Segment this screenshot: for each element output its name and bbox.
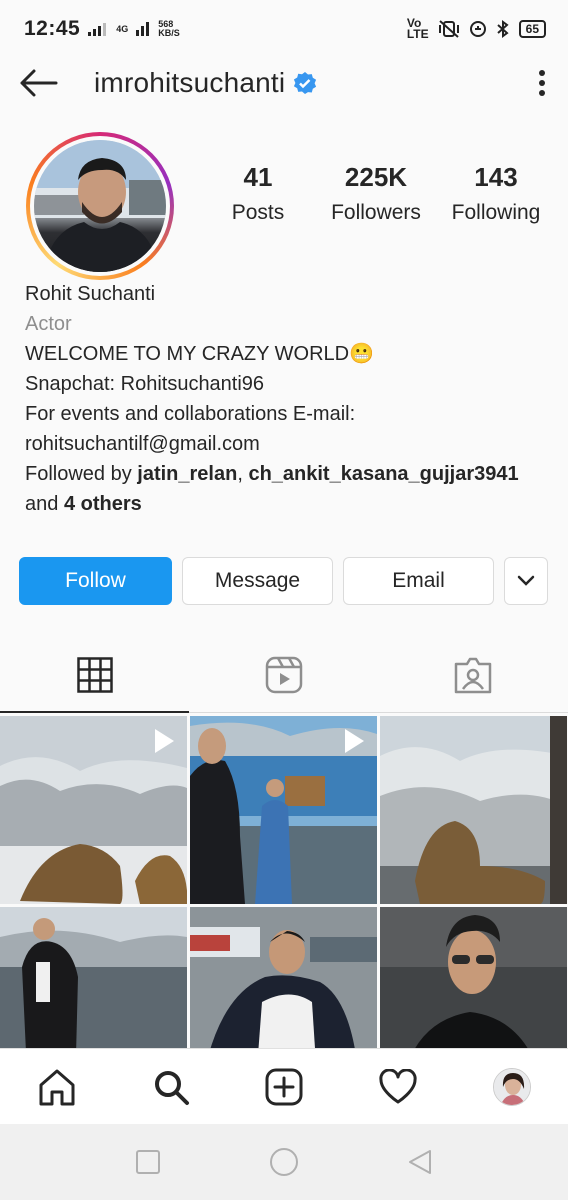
followed-by-others-count: 4 others	[63, 493, 142, 515]
tagged-icon	[455, 657, 492, 693]
status-bar: 12:45 4G 568 KB/S Vo LTE 65	[0, 0, 568, 58]
profile-tabs	[0, 637, 568, 713]
home-icon[interactable]	[37, 1067, 77, 1107]
post-thumbnail[interactable]	[190, 907, 377, 1056]
story-ring[interactable]	[26, 132, 174, 280]
back-arrow-icon[interactable]	[18, 68, 58, 98]
profile-category: Actor	[25, 313, 72, 335]
network-indicator: 4G	[116, 23, 129, 34]
alarm-icon	[469, 21, 486, 37]
post-thumbnail[interactable]	[190, 716, 377, 904]
email-button[interactable]: Email	[343, 557, 494, 605]
grid-icon	[76, 656, 113, 693]
profile-bio: Rohit Suchanti Actor WELCOME TO MY CRAZY…	[0, 273, 568, 519]
network-type: 4G	[116, 23, 129, 34]
stat-posts[interactable]: 41 Posts	[210, 162, 306, 273]
post-thumbnail[interactable]	[380, 907, 567, 1056]
stat-following-label: Following	[451, 201, 541, 224]
video-play-icon	[345, 729, 364, 753]
net-speed: 568 KB/S	[158, 20, 180, 38]
post-thumbnail[interactable]	[0, 907, 187, 1056]
profile-header: imrohitsuchanti	[0, 58, 568, 108]
back-triangle-icon[interactable]	[407, 1148, 433, 1176]
profile-stats: 41 Posts 225K Followers 143 Following	[210, 162, 546, 273]
tab-reels[interactable]	[189, 637, 378, 712]
followed-by-prefix: Followed by	[25, 463, 138, 485]
battery-indicator: 65	[518, 20, 546, 38]
system-navigation	[0, 1124, 568, 1200]
suggested-accounts-button[interactable]	[504, 557, 548, 605]
chevron-down-icon	[517, 575, 535, 586]
reels-icon	[265, 656, 303, 693]
stat-following[interactable]: 143 Following	[446, 162, 546, 273]
volte-indicator: Vo LTE	[406, 17, 429, 41]
stat-following-value: 143	[474, 162, 518, 192]
vibrate-icon	[438, 20, 459, 38]
bio-snapchat: Snapchat: Rohitsuchanti96	[25, 373, 265, 395]
search-icon[interactable]	[152, 1068, 190, 1106]
profile-avatar-tab[interactable]	[492, 1067, 531, 1106]
profile-thumbnail-icon	[493, 1068, 530, 1105]
follow-button[interactable]: Follow	[19, 557, 172, 605]
stat-followers[interactable]: 225K Followers	[306, 162, 446, 273]
profile-username: imrohitsuchanti	[94, 67, 286, 98]
bio-email[interactable]: rohitsuchantilf@gmail.com	[25, 429, 543, 459]
signal-2-icon	[136, 22, 150, 36]
verified-badge-icon	[294, 72, 317, 94]
bio-line: WELCOME TO MY CRAZY WORLD😬	[25, 339, 543, 369]
home-circle-icon[interactable]	[269, 1147, 299, 1177]
signal-icon	[88, 23, 107, 36]
stat-posts-label: Posts	[231, 201, 285, 224]
bluetooth-icon	[496, 20, 509, 38]
volte-bottom: LTE	[406, 27, 429, 41]
bottom-navigation	[0, 1048, 568, 1124]
post-grid	[0, 716, 568, 1056]
followed-by-others[interactable]: and 4 others	[25, 489, 543, 519]
net-speed-unit: KB/S	[158, 28, 180, 38]
stat-followers-label: Followers	[331, 201, 421, 224]
bio-line-text: WELCOME TO MY CRAZY WORLD	[25, 343, 350, 365]
post-thumbnail[interactable]	[380, 716, 567, 904]
profile-summary: 41 Posts 225K Followers 143 Following	[0, 108, 568, 280]
recents-square-icon[interactable]	[135, 1149, 161, 1175]
followed-by-user: jatin_relan	[137, 463, 238, 485]
heart-icon[interactable]	[378, 1068, 418, 1105]
followed-by-separator: ,	[237, 463, 249, 485]
followed-by[interactable]: Followed by jatin_relan, ch_ankit_kasana…	[25, 459, 543, 489]
post-thumbnail[interactable]	[0, 716, 187, 904]
tab-grid[interactable]	[0, 637, 190, 713]
bio-contact-label: For events and collaborations E-mail:	[25, 403, 356, 425]
stat-posts-value: 41	[243, 162, 273, 192]
more-options-icon[interactable]	[538, 68, 546, 98]
status-time: 12:45	[24, 17, 81, 40]
profile-name: Rohit Suchanti	[25, 283, 156, 305]
profile-actions: Follow Message Email	[0, 557, 568, 605]
grimace-emoji: 😬	[349, 343, 375, 365]
followed-by-user: ch_ankit_kasana_gujjar3941	[248, 463, 519, 485]
add-post-icon[interactable]	[265, 1068, 303, 1106]
profile-avatar	[34, 140, 166, 272]
tab-tagged[interactable]	[379, 637, 568, 712]
message-button[interactable]: Message	[182, 557, 333, 605]
stat-followers-value: 225K	[344, 162, 408, 192]
followed-by-and: and	[25, 493, 64, 515]
video-play-icon	[155, 729, 174, 753]
